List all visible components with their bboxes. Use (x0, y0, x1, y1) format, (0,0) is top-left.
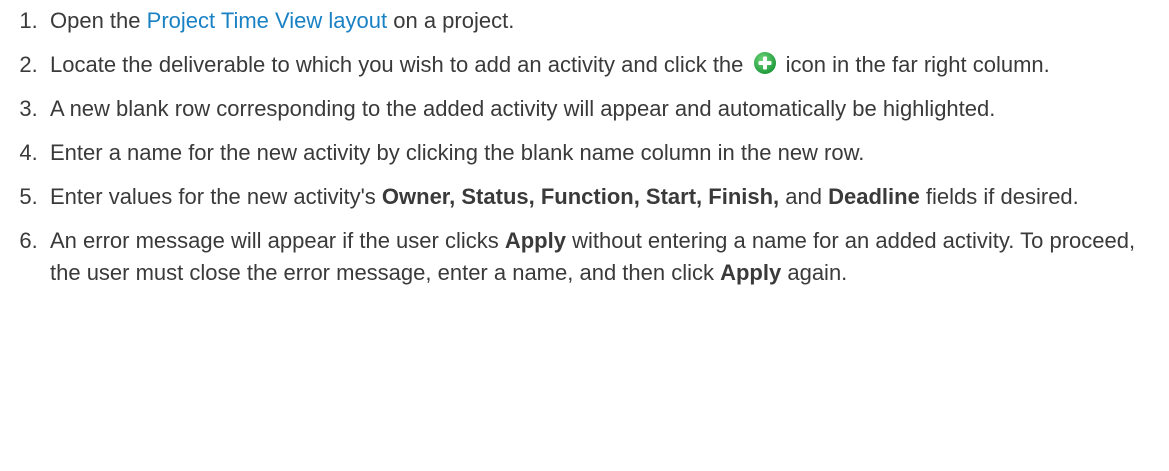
step-text: Locate the deliverable to which you wish… (50, 49, 1160, 81)
step-text-pre: An error message will appear if the user… (50, 228, 505, 253)
add-circle-icon (753, 51, 777, 75)
instruction-steps: 1. Open the Project Time View layout on … (0, 0, 1169, 289)
apply-bold: Apply (504, 228, 566, 253)
step-text-post: fields if desired. (919, 184, 1079, 209)
step-text-pre: Locate the deliverable to which you wish… (50, 52, 750, 77)
step-text: A new blank row corresponding to the add… (50, 96, 996, 121)
step-text-pre: Enter values for the new activity's (50, 184, 382, 209)
step-1: 1. Open the Project Time View layout on … (0, 5, 1169, 37)
step-text: An error message will appear if the user… (50, 225, 1160, 289)
step-number: 5. (19, 184, 38, 209)
step-text: Open the Project Time View layout on a p… (50, 5, 1160, 37)
step-text-mid: and (779, 184, 829, 209)
step-text-post: on a project. (387, 8, 515, 33)
step-2: 2. Locate the deliverable to which you w… (0, 49, 1169, 81)
step-text-post: again. (781, 260, 848, 285)
step-text-post: icon in the far right column. (779, 52, 1050, 77)
apply-bold: Apply (720, 260, 782, 285)
step-number: 2. (19, 52, 38, 77)
field-names-bold: Owner, Status, Function, Start, Finish, (381, 184, 780, 209)
step-6: 6. An error message will appear if the u… (0, 225, 1169, 289)
step-text: Enter values for the new activity's Owne… (50, 181, 1160, 213)
step-5: 5. Enter values for the new activity's O… (0, 181, 1169, 213)
step-number: 3. (19, 96, 38, 121)
deadline-bold: Deadline (828, 184, 920, 209)
step-4: 4. Enter a name for the new activity by … (0, 137, 1169, 169)
project-time-view-link[interactable]: Project Time View layout (147, 8, 387, 33)
step-number: 6. (19, 228, 38, 253)
step-number: 4. (19, 140, 38, 165)
step-3: 3. A new blank row corresponding to the … (0, 93, 1169, 125)
step-number: 1. (19, 8, 38, 33)
step-text: Enter a name for the new activity by cli… (50, 140, 865, 165)
step-text-pre: Open the (50, 8, 147, 33)
